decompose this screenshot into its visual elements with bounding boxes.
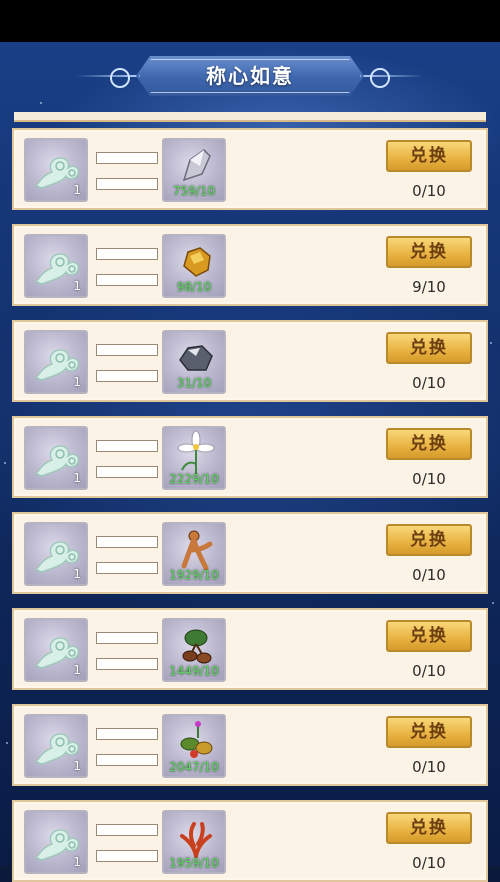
cost-count: 1 [73,471,81,485]
exchange-button[interactable]: 兑换 [386,812,472,844]
cost-count: 1 [73,279,81,293]
iron-ore-icon [179,345,213,371]
empty-bar [96,754,158,766]
cost-count: 1 [73,663,81,677]
cloud-scroll-right-icon [370,68,390,88]
empty-bar [96,850,158,862]
reward-item-slot[interactable]: 31/10 [162,330,226,394]
exchange-row: 1 1449/10 兑换 0/10 [12,608,488,690]
exchange-progress: 9/10 [412,278,446,296]
exchange-progress: 0/10 [412,854,446,872]
empty-bar [96,466,158,478]
cost-item-slot[interactable]: 1 [24,618,88,682]
reward-item-slot[interactable]: 98/10 [162,234,226,298]
reward-count: 2229/10 [169,472,219,486]
reward-item-slot[interactable]: 1959/10 [162,810,226,874]
reward-count: 1929/10 [169,568,219,582]
cost-item-slot[interactable]: 1 [24,138,88,202]
cost-item-slot[interactable]: 1 [24,426,88,490]
list-header-strip [14,112,486,122]
berry-plant-icon [180,721,213,758]
reward-item-slot[interactable]: 759/10 [162,138,226,202]
empty-bar [96,562,158,574]
empty-bar [96,658,158,670]
ginseng-root-icon [181,530,213,571]
reward-count: 1959/10 [169,856,219,870]
exchange-progress: 0/10 [412,470,446,488]
herb-bulb-icon [182,629,212,664]
exchange-button[interactable]: 兑换 [386,140,472,172]
title-banner: 称心如意 [76,54,424,98]
title-ornament-left [76,75,142,77]
exchange-button[interactable]: 兑换 [386,428,472,460]
reward-count: 759/10 [172,184,216,198]
empty-bar [96,728,158,740]
reward-count: 98/10 [176,280,212,294]
reward-item-slot[interactable]: 1929/10 [162,522,226,586]
cost-item-slot[interactable]: 1 [24,522,88,586]
cost-count: 1 [73,567,81,581]
exchange-button[interactable]: 兑换 [386,524,472,556]
exchange-row: 1 31/10 兑换 0/10 [12,320,488,402]
exchange-row: 1 759/10 兑换 0/10 [12,128,488,210]
status-bar [0,0,500,42]
empty-bar [96,632,158,644]
cost-count: 1 [73,375,81,389]
cost-item-slot[interactable]: 1 [24,234,88,298]
exchange-button[interactable]: 兑换 [386,620,472,652]
red-coral-icon [180,822,212,858]
empty-bar [96,440,158,452]
exchange-progress: 0/10 [412,566,446,584]
cost-item-slot[interactable]: 1 [24,714,88,778]
cloud-scroll-left-icon [110,68,130,88]
exchange-row: 1 2229/10 兑换 0/10 [12,416,488,498]
reward-item-slot[interactable]: 2047/10 [162,714,226,778]
exchange-progress: 0/10 [412,374,446,392]
exchange-progress: 0/10 [412,182,446,200]
exchange-button[interactable]: 兑换 [386,332,472,364]
cost-count: 1 [73,759,81,773]
exchange-progress: 0/10 [412,662,446,680]
reward-count: 1449/10 [169,664,219,678]
exchange-row: 1 2047/10 兑换 0/10 [12,704,488,786]
empty-bar [96,152,158,164]
page-title: 称心如意 [206,64,294,88]
reward-item-slot[interactable]: 2229/10 [162,426,226,490]
exchange-button[interactable]: 兑换 [386,716,472,748]
empty-bar [96,274,158,286]
white-flower-icon [177,430,215,474]
exchange-row: 1 1959/10 兑换 0/10 [12,800,488,882]
empty-bar [96,536,158,548]
empty-bar [96,344,158,356]
reward-count: 2047/10 [169,760,219,774]
cost-count: 1 [73,183,81,197]
exchange-button[interactable]: 兑换 [386,236,472,268]
empty-bar [96,248,158,260]
cost-item-slot[interactable]: 1 [24,330,88,394]
title-ornament-right [358,75,424,77]
reward-count: 31/10 [176,376,212,390]
gold-ore-icon [183,247,211,277]
empty-bar [96,178,158,190]
reward-item-slot[interactable]: 1449/10 [162,618,226,682]
empty-bar [96,370,158,382]
cost-item-slot[interactable]: 1 [24,810,88,874]
exchange-row: 1 1929/10 兑换 0/10 [12,512,488,594]
crystal-shard-icon [182,149,211,182]
exchange-progress: 0/10 [412,758,446,776]
cost-count: 1 [73,855,81,869]
empty-bar [96,824,158,836]
exchange-row: 1 98/10 兑换 9/10 [12,224,488,306]
